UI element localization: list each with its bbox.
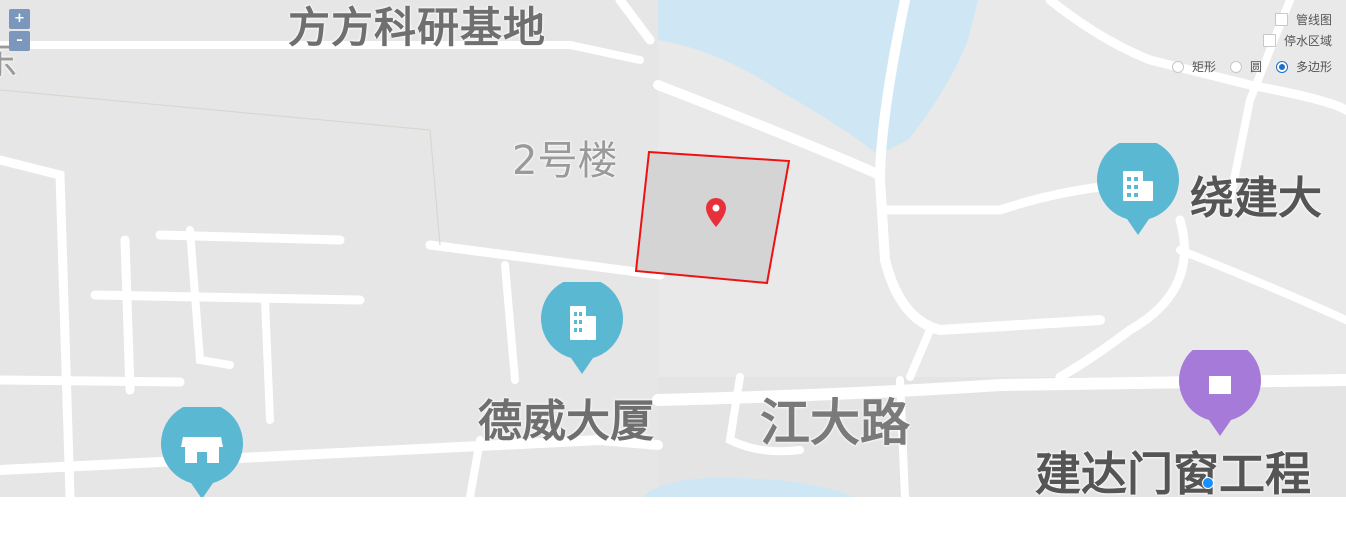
poi-building-raojian[interactable] xyxy=(1097,143,1179,235)
circle-radio[interactable] xyxy=(1229,60,1242,73)
current-location-dot xyxy=(1202,477,1214,489)
map-label-dewei: 德威大厦 xyxy=(478,396,654,447)
poi-building-dewei[interactable] xyxy=(541,282,623,374)
poi-purple[interactable] xyxy=(1179,350,1261,442)
map-view[interactable]: 方方科研基地 2号楼 德威大厦 江大路 绕建大 建达门窗工程 东 xyxy=(0,0,1346,497)
map-label-raojian: 绕建大 xyxy=(1190,173,1322,224)
polygon-label: 多边形 xyxy=(1295,60,1332,74)
map-label-base: 方方科研基地 xyxy=(288,3,547,52)
layer-panel: 管线图 停水区域 矩形 圆 多边形 xyxy=(1158,9,1332,75)
polygon-radio[interactable] xyxy=(1275,60,1288,73)
zoom-out-button[interactable]: – xyxy=(9,31,30,51)
draw-mode-polygon[interactable]: 多边形 xyxy=(1275,58,1332,75)
drawn-polygon[interactable] xyxy=(630,146,800,291)
zoom-in-button[interactable]: + xyxy=(9,9,30,29)
map-label-bldg2: 2号楼 xyxy=(512,138,618,184)
layer-outage[interactable]: 停水区域 xyxy=(1158,30,1332,51)
poi-shop[interactable] xyxy=(161,407,243,497)
map-label-jianda: 建达门窗工程 xyxy=(1035,447,1311,497)
outage-checkbox[interactable] xyxy=(1262,34,1276,47)
rect-label: 矩形 xyxy=(1191,60,1216,74)
zoom-control: + – xyxy=(9,9,30,53)
layer-pipeline[interactable]: 管线图 xyxy=(1158,9,1332,30)
map-label-jiangda: 江大路 xyxy=(760,394,910,452)
outage-label: 停水区域 xyxy=(1283,34,1332,48)
rect-radio[interactable] xyxy=(1171,60,1184,73)
pipeline-label: 管线图 xyxy=(1295,13,1332,27)
pipeline-checkbox[interactable] xyxy=(1274,13,1288,26)
circle-label: 圆 xyxy=(1249,60,1262,74)
draw-mode-circle[interactable]: 圆 xyxy=(1229,58,1262,75)
draw-mode-rect[interactable]: 矩形 xyxy=(1171,58,1216,75)
draw-mode-group: 矩形 圆 多边形 xyxy=(1158,58,1332,75)
